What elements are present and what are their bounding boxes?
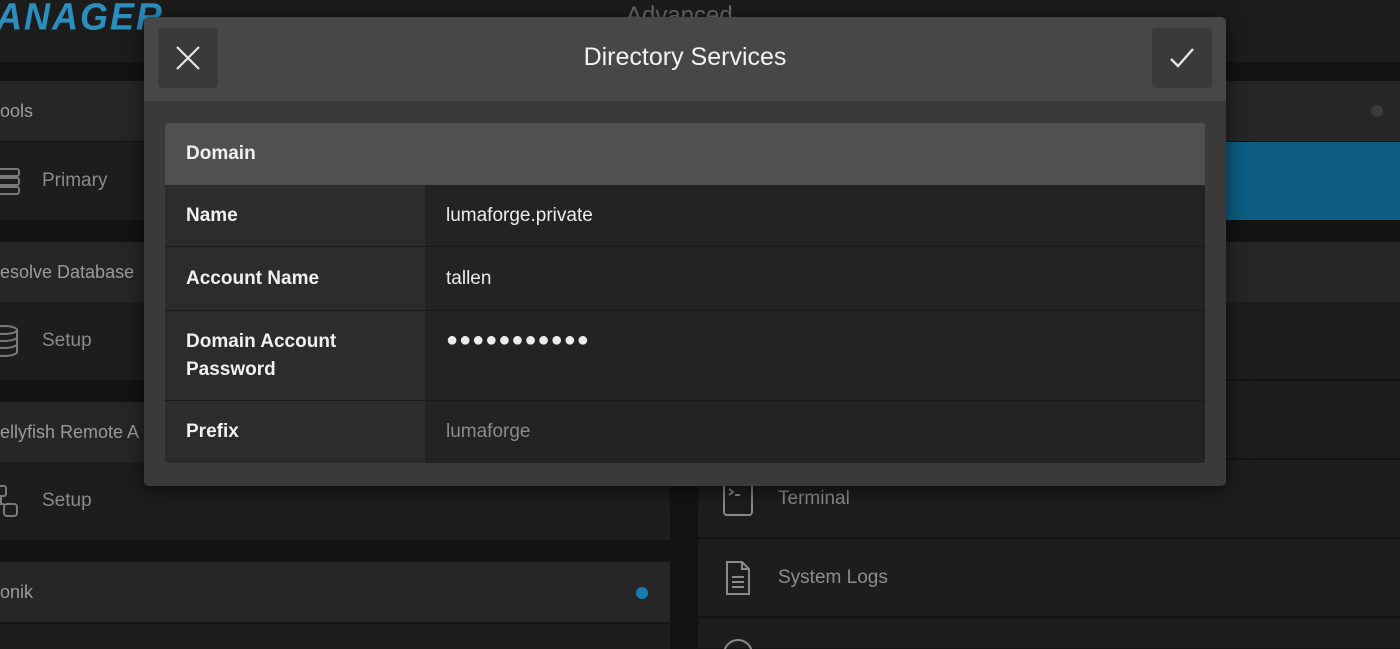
field-label-line: Domain Account bbox=[186, 330, 337, 352]
directory-services-dialog: Directory Services Domain Name Account N… bbox=[144, 17, 1226, 486]
section-title: Domain bbox=[186, 143, 256, 164]
list-item-label: System Logs bbox=[778, 566, 888, 588]
dialog-title: Directory Services bbox=[583, 43, 787, 71]
document-icon bbox=[698, 560, 778, 596]
checkmark-icon bbox=[1170, 48, 1194, 68]
section-title: ellyfish Remote A bbox=[0, 421, 140, 442]
list-item-label: Primary bbox=[42, 170, 108, 191]
status-dot bbox=[636, 587, 648, 599]
field-label: Account Name bbox=[165, 247, 425, 310]
section-title: esolve Database bbox=[0, 261, 135, 282]
field-label-line: Password bbox=[186, 358, 276, 380]
password-input[interactable]: ●●●●●●●●●●● bbox=[446, 329, 590, 352]
name-field[interactable] bbox=[425, 185, 1205, 246]
history-icon bbox=[698, 618, 778, 649]
prefix-field[interactable] bbox=[425, 401, 1205, 463]
account-name-input[interactable] bbox=[446, 267, 1205, 290]
list-item-partial bbox=[0, 624, 670, 649]
form-row-account-name: Account Name bbox=[165, 247, 1205, 311]
account-name-field[interactable] bbox=[425, 247, 1205, 310]
form-row-password: Domain Account Password ●●●●●●●●●●● bbox=[165, 311, 1205, 401]
name-input[interactable] bbox=[446, 204, 1205, 227]
confirm-button[interactable] bbox=[1152, 28, 1212, 88]
list-item-system-logs[interactable]: System Logs bbox=[698, 539, 1400, 617]
list-item-label: Setup bbox=[42, 490, 92, 511]
domain-settings-card: Domain Name Account Name Domain Account … bbox=[165, 123, 1205, 463]
dialog-header: Directory Services bbox=[144, 17, 1226, 101]
form-row-prefix: Prefix bbox=[165, 401, 1205, 463]
list-item-label: Setup bbox=[42, 330, 92, 351]
database-stack-icon bbox=[0, 166, 42, 196]
status-dot bbox=[1371, 105, 1383, 117]
form-row-name: Name bbox=[165, 185, 1205, 247]
card-header: Domain bbox=[165, 123, 1205, 185]
app-logo: ANAGER bbox=[0, 0, 165, 38]
field-label: Prefix bbox=[165, 401, 425, 463]
section-header-sonik: onik bbox=[0, 562, 670, 622]
field-label: Name bbox=[165, 185, 425, 246]
list-item-label: Terminal bbox=[778, 487, 850, 509]
section-title: ools bbox=[0, 100, 34, 121]
field-label: Domain Account Password bbox=[165, 311, 425, 400]
right-list-item[interactable] bbox=[698, 618, 1400, 649]
section-title: onik bbox=[0, 581, 34, 602]
prefix-input[interactable] bbox=[446, 421, 1205, 443]
remote-access-icon bbox=[0, 484, 42, 518]
database-icon bbox=[0, 324, 42, 358]
password-field[interactable]: ●●●●●●●●●●● bbox=[425, 311, 1205, 400]
